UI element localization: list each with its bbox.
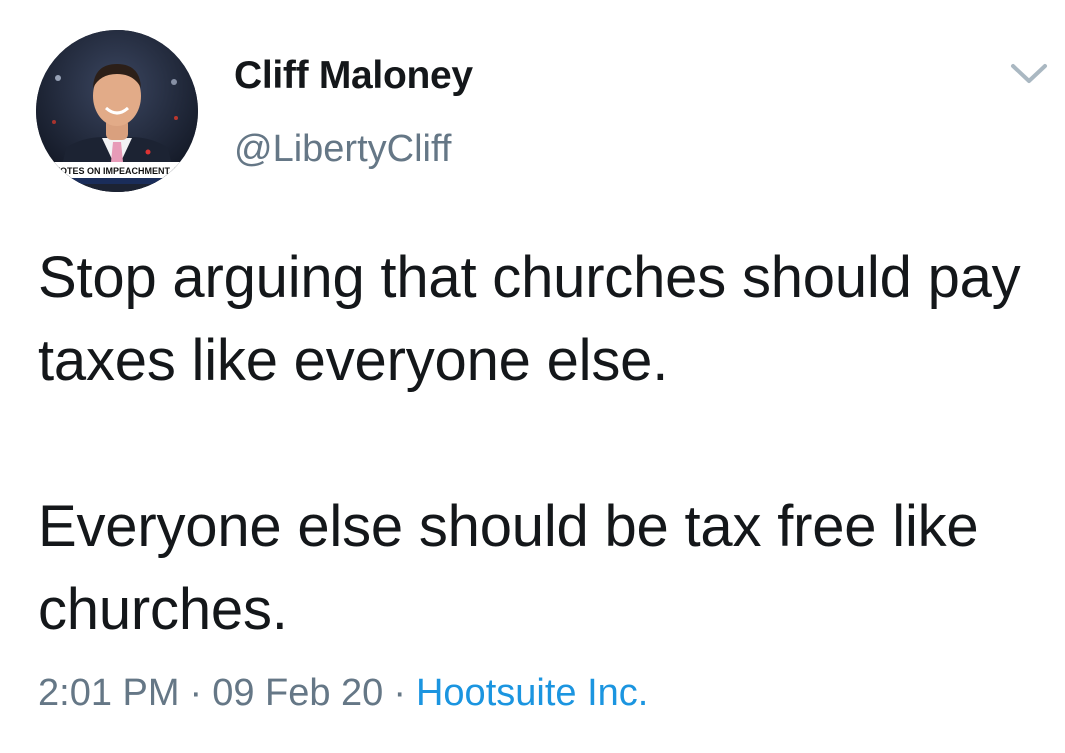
tweet-paragraph: Stop arguing that churches should pay ta…	[38, 245, 1021, 393]
tweet-card: VOTES ON IMPEACHMENT A Cliff Maloney @Li…	[0, 0, 1065, 753]
tweet-meta: 2:01 PM · 09 Feb 20 · Hootsuite Inc.	[38, 672, 648, 715]
meta-separator: ·	[189, 672, 203, 714]
chevron-down-icon[interactable]	[1008, 58, 1050, 88]
avatar[interactable]: VOTES ON IMPEACHMENT A	[36, 30, 198, 192]
avatar-banner-text: VOTES ON IMPEACHMENT A	[54, 166, 179, 176]
tweet-time[interactable]: 2:01 PM	[38, 672, 180, 714]
avatar-image: VOTES ON IMPEACHMENT A	[36, 30, 198, 192]
tweet-date[interactable]: 09 Feb 20	[212, 672, 383, 714]
tweet-paragraph: Everyone else should be tax free like ch…	[38, 494, 979, 642]
tweet-text: Stop arguing that churches should pay ta…	[38, 236, 1048, 651]
tweet-source-link[interactable]: Hootsuite Inc.	[416, 672, 648, 714]
user-handle[interactable]: @LibertyCliff	[234, 128, 451, 171]
display-name[interactable]: Cliff Maloney	[234, 54, 473, 98]
meta-separator: ·	[393, 672, 406, 714]
